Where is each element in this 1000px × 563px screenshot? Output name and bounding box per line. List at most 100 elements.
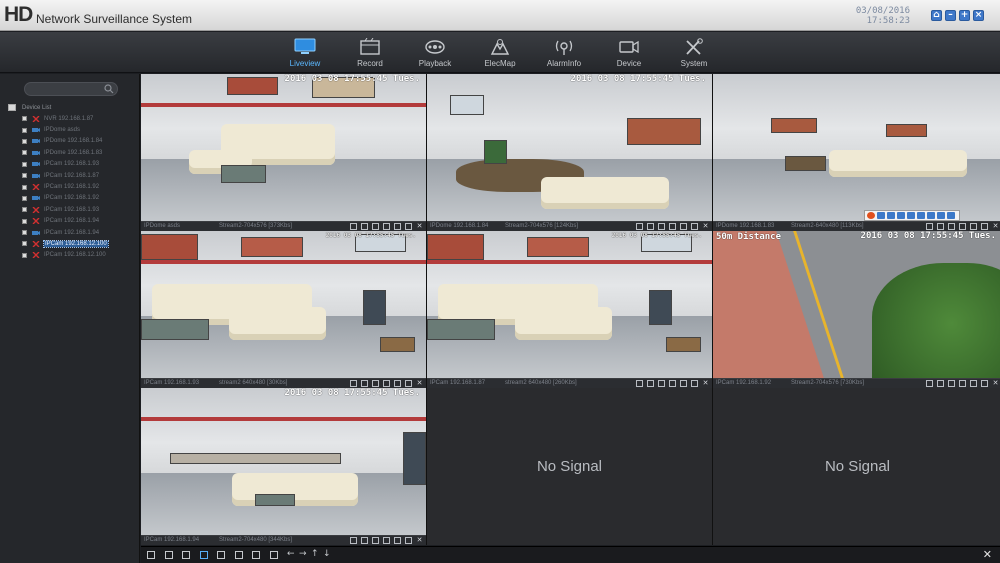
- close-tile-icon[interactable]: ✕: [416, 223, 423, 230]
- close-all-icon[interactable]: ✕: [983, 548, 992, 561]
- tree-item[interactable]: IPCam 192.168.1.94: [6, 216, 136, 227]
- fullscreen-icon[interactable]: [691, 223, 698, 230]
- close-tile-icon[interactable]: ✕: [992, 223, 999, 230]
- record-icon[interactable]: [647, 223, 654, 230]
- fullscreen-icon[interactable]: [405, 223, 412, 230]
- video-tile[interactable]: 2016 03 08 17:55:45 Tues. IPDome 192.168.…: [427, 74, 712, 231]
- tree-item[interactable]: IPDome 192.168.1.84: [6, 136, 136, 147]
- fullscreen-icon[interactable]: [981, 380, 988, 387]
- video-tile-empty[interactable]: No Signal: [713, 388, 1000, 545]
- expand-icon[interactable]: [22, 173, 27, 179]
- ptz-icon[interactable]: [394, 537, 401, 544]
- expand-icon[interactable]: [22, 184, 27, 190]
- fullscreen-icon[interactable]: [691, 380, 698, 387]
- tree-item[interactable]: IPCam 192.168.12.100: [6, 238, 136, 249]
- snapshot-icon[interactable]: [350, 537, 357, 544]
- close-tile-icon[interactable]: ✕: [416, 380, 423, 387]
- close-tile-icon[interactable]: ✕: [416, 537, 423, 544]
- talk-icon[interactable]: [959, 223, 966, 230]
- ptz-icon[interactable]: [680, 223, 687, 230]
- record-icon[interactable]: [647, 380, 654, 387]
- cruise-icon[interactable]: [917, 212, 925, 219]
- video-tile[interactable]: 2016 03 08 17:55:45 Tues. IPCam 192.168.1…: [141, 231, 426, 388]
- nav-device[interactable]: Device: [601, 38, 657, 68]
- layout-12-icon[interactable]: [217, 551, 225, 559]
- record-icon[interactable]: [937, 380, 944, 387]
- audio-icon[interactable]: [948, 380, 955, 387]
- audio-icon[interactable]: [372, 380, 379, 387]
- tree-item[interactable]: IPCam 192.168.12.100: [6, 250, 136, 261]
- light-icon[interactable]: [927, 212, 935, 219]
- audio-icon[interactable]: [658, 380, 665, 387]
- expand-icon[interactable]: [22, 241, 27, 247]
- layout-4-icon[interactable]: [164, 551, 173, 559]
- record-icon[interactable]: [361, 537, 368, 544]
- nav-liveview[interactable]: Liveview: [277, 38, 333, 68]
- preset-icon[interactable]: [907, 212, 915, 219]
- fullscreen-icon[interactable]: [405, 380, 412, 387]
- video-tile[interactable]: 2016 03 08 17:55:45 Tues. 50m Distance IPC…: [713, 231, 1000, 388]
- settings-icon[interactable]: [947, 212, 955, 219]
- layout-25-icon[interactable]: [252, 551, 260, 559]
- talk-icon[interactable]: [669, 223, 676, 230]
- maximize-icon[interactable]: +: [959, 10, 970, 21]
- expand-icon[interactable]: [22, 218, 27, 224]
- tree-item[interactable]: NVR 192.168.1.87: [6, 113, 136, 124]
- snapshot-icon[interactable]: [350, 380, 357, 387]
- tree-item[interactable]: IPCam 192.168.1.92: [6, 193, 136, 204]
- nav-alarminfo[interactable]: AlarmInfo: [536, 38, 592, 68]
- tree-item[interactable]: IPCam 192.168.1.87: [6, 170, 136, 181]
- nav-system[interactable]: System: [666, 38, 722, 68]
- focus-icon[interactable]: [887, 212, 895, 219]
- tree-item[interactable]: IPCam 192.168.1.93: [6, 159, 136, 170]
- record-icon[interactable]: [361, 223, 368, 230]
- layout-6-icon[interactable]: [182, 551, 190, 559]
- tree-item[interactable]: IPCam 192.168.1.93: [6, 204, 136, 215]
- tree-item[interactable]: IPCam 192.168.1.94: [6, 227, 136, 238]
- nav-elecmap[interactable]: ElecMap: [472, 38, 528, 68]
- ptz-icon[interactable]: [394, 380, 401, 387]
- tree-item[interactable]: IPDome 192.168.1.83: [6, 147, 136, 158]
- layout-1-icon[interactable]: [147, 551, 155, 559]
- audio-icon[interactable]: [948, 223, 955, 230]
- search-icon[interactable]: [104, 84, 114, 94]
- minimize-icon[interactable]: –: [945, 10, 956, 21]
- lock-icon[interactable]: ⌂: [931, 10, 942, 21]
- close-icon[interactable]: ×: [973, 10, 984, 21]
- talk-icon[interactable]: [383, 380, 390, 387]
- nav-record[interactable]: Record: [342, 38, 398, 68]
- layout-16-icon[interactable]: [234, 551, 243, 559]
- snapshot-icon[interactable]: [926, 380, 933, 387]
- snapshot-icon[interactable]: [636, 380, 643, 387]
- expand-icon[interactable]: [22, 207, 27, 213]
- up-icon[interactable]: ↑: [311, 549, 319, 559]
- talk-icon[interactable]: [383, 223, 390, 230]
- ptz-toolbar[interactable]: [864, 210, 960, 221]
- video-tile[interactable]: 2016 03 08 17:55:45 Tues. IPDome asds Stre…: [141, 74, 426, 231]
- video-tile[interactable]: 2016 03 08 17:55:45 Tues. IPCam 192.168.1…: [141, 388, 426, 545]
- next-page-icon[interactable]: →: [299, 549, 307, 559]
- audio-icon[interactable]: [372, 223, 379, 230]
- expand-icon[interactable]: [22, 230, 27, 236]
- fullscreen-icon[interactable]: [405, 537, 412, 544]
- video-tile[interactable]: 2016 03 08 17:55:45 Tues. IPCam 192.168.1…: [427, 231, 712, 388]
- close-tile-icon[interactable]: ✕: [702, 380, 709, 387]
- expand-icon[interactable]: [22, 116, 27, 122]
- prev-page-icon[interactable]: ←: [287, 549, 295, 559]
- tree-item[interactable]: IPDome asds: [6, 124, 136, 135]
- expand-icon[interactable]: [22, 127, 27, 133]
- zoom-icon[interactable]: [877, 212, 885, 219]
- snapshot-icon[interactable]: [926, 223, 933, 230]
- iris-icon[interactable]: [897, 212, 905, 219]
- talk-icon[interactable]: [669, 380, 676, 387]
- wiper-icon[interactable]: [937, 212, 945, 219]
- nav-playback[interactable]: Playback: [407, 38, 463, 68]
- tree-root[interactable]: Device List: [6, 102, 136, 113]
- expand-icon[interactable]: [22, 150, 27, 156]
- layout-36-icon[interactable]: [269, 551, 278, 559]
- snapshot-icon[interactable]: [636, 223, 643, 230]
- layout-9-icon[interactable]: [199, 551, 208, 559]
- talk-icon[interactable]: [959, 380, 966, 387]
- ptz-icon[interactable]: [680, 380, 687, 387]
- expand-icon[interactable]: [22, 252, 27, 258]
